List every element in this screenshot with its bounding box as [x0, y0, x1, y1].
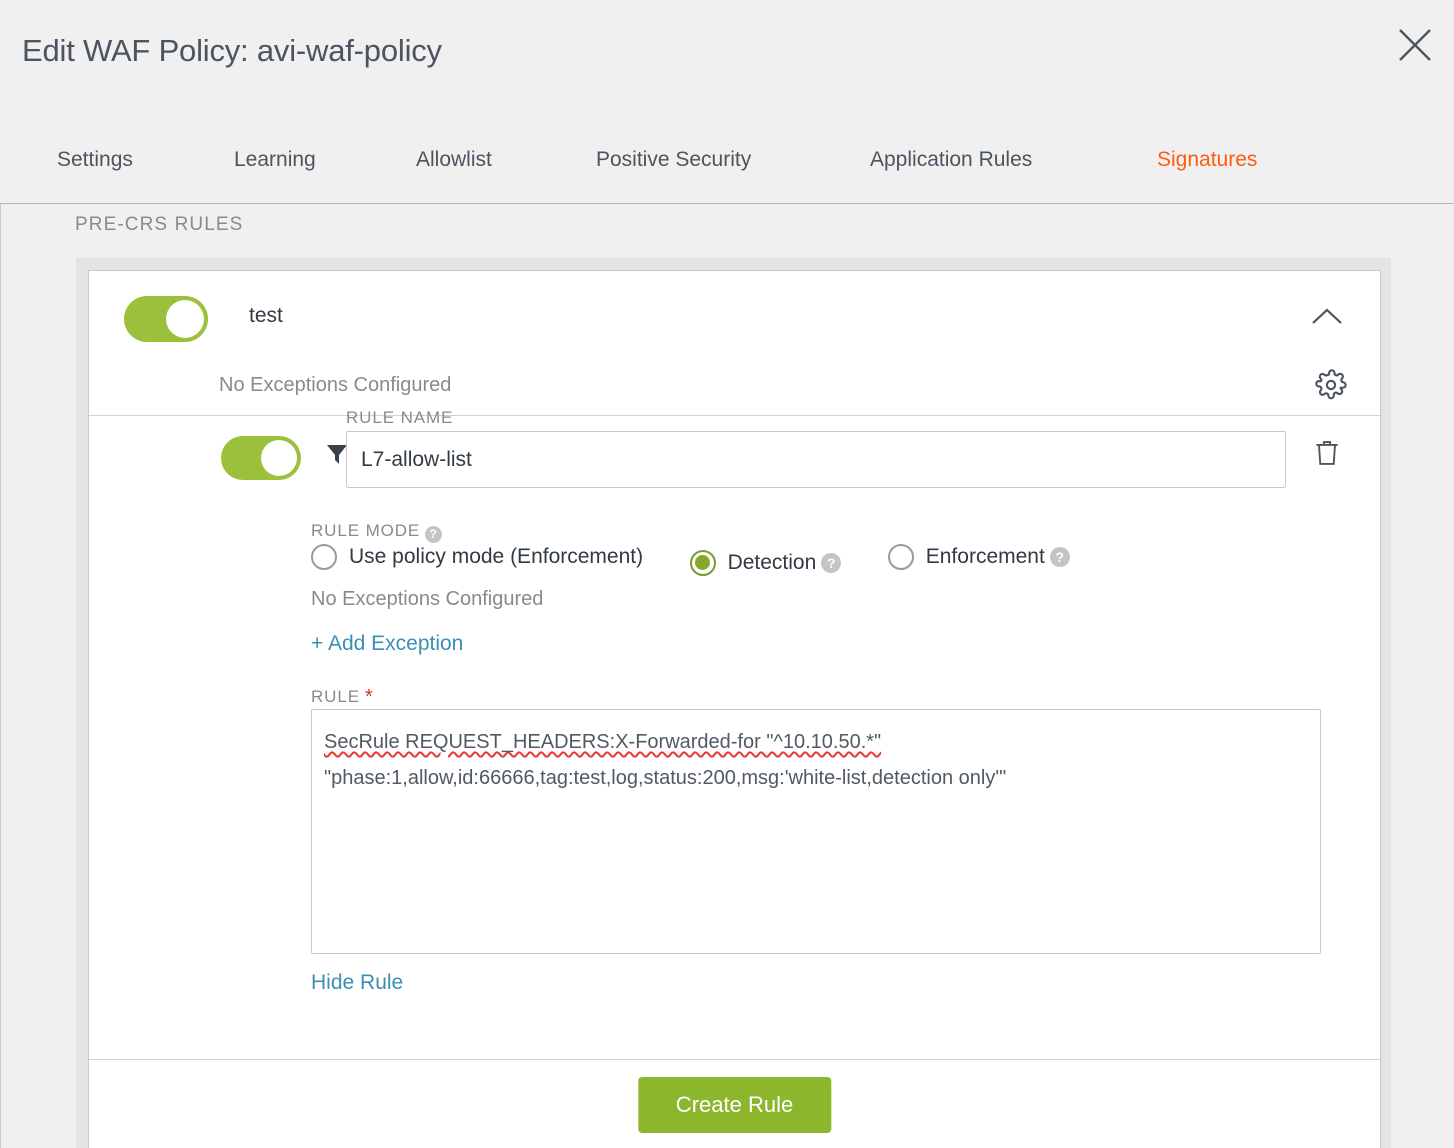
radio-label: Use policy mode (Enforcement) [349, 545, 644, 568]
gear-icon[interactable] [1315, 369, 1347, 401]
delete-rule-icon[interactable] [1312, 436, 1342, 470]
rule-name-input[interactable] [346, 431, 1286, 488]
close-icon[interactable] [1390, 20, 1440, 70]
rule-group-card: test No Exceptions Configured RULE NAME … [88, 270, 1381, 1148]
tab-positive-security[interactable]: Positive Security [596, 148, 751, 172]
section-title-pre-crs-rules: PRE-CRS RULES [75, 214, 244, 235]
tab-learning[interactable]: Learning [234, 148, 316, 172]
rule-group-name: test [249, 304, 283, 327]
rule-footer: Create Rule [89, 1060, 1380, 1148]
help-icon[interactable]: ? [425, 526, 443, 543]
modal-header: Edit WAF Policy: avi-waf-policy [0, 0, 1454, 118]
radio-circle [311, 544, 337, 570]
tab-application-rules[interactable]: Application Rules [870, 148, 1032, 172]
radio-enforcement[interactable]: Enforcement ? [887, 544, 1070, 570]
rule-field-label-text: RULE [311, 687, 360, 706]
radio-detection[interactable]: Detection ? [689, 549, 842, 576]
rule-group-no-exceptions-text: No Exceptions Configured [219, 374, 452, 396]
tab-bar: Settings Learning Allowlist Positive Sec… [0, 118, 1454, 204]
modal-body: PRE-CRS RULES test No Exceptions Configu… [0, 204, 1454, 1148]
radio-label: Detection [727, 550, 817, 574]
pre-crs-rules-container: test No Exceptions Configured RULE NAME … [76, 258, 1391, 1148]
help-icon[interactable]: ? [1049, 547, 1070, 567]
create-rule-button[interactable]: Create Rule [637, 1077, 832, 1133]
rule-enable-toggle[interactable] [221, 436, 301, 480]
tab-signatures[interactable]: Signatures [1157, 148, 1257, 172]
radio-circle [887, 544, 914, 570]
rule-mode-radio-group: Use policy mode (Enforcement) Detection … [311, 544, 1112, 578]
toggle-knob [166, 300, 204, 338]
hide-rule-link[interactable]: Hide Rule [311, 971, 403, 995]
page-title: Edit WAF Policy: avi-waf-policy [22, 33, 442, 68]
help-icon[interactable]: ? [821, 552, 842, 573]
radio-circle [689, 549, 716, 576]
rule-field-label: RULE * [311, 686, 374, 709]
rule-textarea[interactable]: SecRule REQUEST_HEADERS:X-Forwarded-for … [311, 709, 1321, 954]
tab-allowlist[interactable]: Allowlist [416, 148, 492, 172]
toggle-knob [261, 440, 297, 476]
rule-name-label: RULE NAME [346, 408, 454, 427]
rule-text-line1-spellcheck: SecRule REQUEST_HEADERS:X-Forwarded-for … [324, 731, 882, 753]
rule-mode-label: RULE MODE? [311, 521, 443, 543]
chevron-up-icon[interactable] [1309, 303, 1345, 333]
rule-no-exceptions-text: No Exceptions Configured [311, 588, 544, 610]
rule-editor: RULE NAME RULE MODE? [89, 408, 1380, 1060]
rule-group-header: test No Exceptions Configured [89, 271, 1380, 416]
required-asterisk: * [364, 686, 374, 708]
rule-mode-label-text: RULE MODE [311, 521, 421, 540]
rule-group-enable-toggle[interactable] [124, 296, 208, 342]
add-exception-link[interactable]: + Add Exception [311, 632, 463, 656]
rule-text-line2: "phase:1,allow,id:66666,tag:test,log,sta… [324, 767, 1007, 789]
tab-settings[interactable]: Settings [57, 148, 133, 172]
radio-label: Enforcement [925, 545, 1045, 568]
radio-use-policy-mode[interactable]: Use policy mode (Enforcement) [311, 544, 643, 570]
edit-waf-policy-modal: Edit WAF Policy: avi-waf-policy Settings… [0, 0, 1454, 1148]
